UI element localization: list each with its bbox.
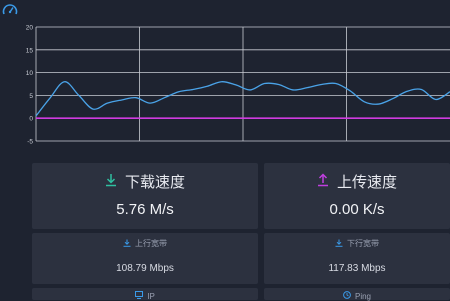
y-tick-label: 15 [26,47,34,54]
y-tick-label: 20 [26,25,34,32]
y-tick-label: -5 [27,139,33,146]
download-speed-title: 下载速度 [124,174,185,191]
ping-label: Ping [354,291,371,301]
ip-card: IP [32,288,258,301]
y-tick-label: 5 [29,93,33,100]
upload-bandwidth-value: 108.79 Mbps [116,263,174,274]
chart-y-ticks: 20 15 10 5 0 -5 [26,25,34,146]
upload-speed-value: 0.00 K/s [329,201,385,218]
upload-icon [317,172,329,191]
y-tick-label: 0 [29,116,33,123]
download-bandwidth-label: 下行宽带 [347,239,379,248]
speed-chart: 20 15 10 5 0 -5 [26,25,450,146]
download-bandwidth-card: 下行宽带 117.83 Mbps [264,233,450,284]
download-speed-card: 下载速度 5.76 M/s [32,163,258,229]
upload-bandwidth-card: 上行宽带 108.79 Mbps [32,233,258,284]
upload-speed-card: 上传速度 0.00 K/s [264,163,450,229]
upload-speed-title: 上传速度 [336,174,397,191]
y-tick-label: 10 [26,70,34,77]
download-bandwidth-value: 117.83 Mbps [328,263,386,274]
upload-bandwidth-label: 上行宽带 [135,239,167,248]
download-speed-value: 5.76 M/s [116,201,174,218]
speedometer-icon[interactable] [2,2,18,18]
download-icon [105,173,117,191]
chart-grid [35,26,450,142]
ping-card: Ping [264,288,450,301]
download-small-icon [335,239,343,249]
ip-label: IP [147,291,155,301]
upload-small-icon [123,239,131,249]
